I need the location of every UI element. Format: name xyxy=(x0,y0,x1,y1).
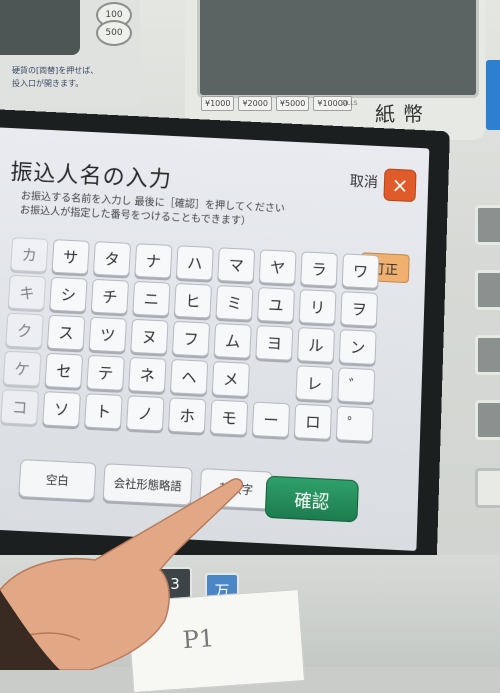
bill-chip: ¥5000 xyxy=(275,96,310,111)
kana-key[interactable]: ハ xyxy=(175,245,214,281)
kana-key[interactable]: ワ xyxy=(341,253,380,289)
kana-key[interactable]: レ xyxy=(295,365,334,402)
close-icon: × xyxy=(391,172,409,198)
kana-key[interactable]: ト xyxy=(84,393,123,430)
kana-key[interactable]: ゜ xyxy=(335,405,374,442)
coin-note-line1: 硬貨の[両替]を押せば、 xyxy=(12,66,99,75)
kana-key[interactable]: ケ xyxy=(2,350,42,387)
kana-key[interactable]: ル xyxy=(297,327,335,363)
bill-chip: ¥2000 xyxy=(238,96,272,111)
side-button[interactable] xyxy=(475,270,500,310)
kana-key[interactable]: マ xyxy=(217,247,256,283)
kana-key[interactable]: ホ xyxy=(167,397,207,434)
bill-chip: ¥1000 xyxy=(201,96,235,111)
bill-denominations: ¥1000 ¥2000 ¥5000 ¥10000 xyxy=(201,96,352,111)
bill-panel: ¥1000 ¥2000 ¥5000 ¥10000 BILLS 紙幣 xyxy=(185,0,485,140)
coin-note-line2: 投入口が開きます。 xyxy=(12,79,84,88)
kana-key[interactable]: カ xyxy=(10,237,49,273)
side-button[interactable] xyxy=(475,205,500,245)
coin-panel: 100 500 硬貨の[両替]を押せば、 投入口が開きます。 両替 xyxy=(0,0,140,105)
coin-500-button[interactable]: 500 xyxy=(96,20,132,46)
side-indicator xyxy=(486,60,500,130)
kana-key[interactable]: ナ xyxy=(134,243,173,279)
side-button[interactable] xyxy=(475,400,500,440)
kana-key[interactable]: コ xyxy=(0,389,40,426)
bills-label: BILLS xyxy=(341,100,358,107)
cancel-button[interactable]: × xyxy=(383,168,417,203)
kana-key[interactable]: ゛ xyxy=(337,367,376,404)
kana-key[interactable]: ク xyxy=(5,312,44,349)
bills-kanji-label: 紙幣 xyxy=(375,102,431,126)
kana-key[interactable]: ス xyxy=(46,314,86,351)
kana-key xyxy=(383,255,421,290)
kana-key[interactable]: メ xyxy=(211,361,251,398)
kana-key[interactable]: ー xyxy=(251,401,291,438)
coin-instructions: 硬貨の[両替]を押せば、 投入口が開きます。 両替 xyxy=(12,64,132,98)
kana-key xyxy=(379,369,417,405)
kana-key[interactable]: チ xyxy=(90,278,130,315)
kana-key[interactable]: ネ xyxy=(128,356,167,393)
kana-key[interactable]: ツ xyxy=(88,316,127,353)
kana-key[interactable]: フ xyxy=(171,320,211,357)
kana-key[interactable]: ロ xyxy=(293,403,333,440)
kana-key[interactable]: ヒ xyxy=(173,282,212,319)
kana-key xyxy=(378,408,416,444)
pointing-hand xyxy=(0,478,244,670)
confirm-button[interactable]: 確認 xyxy=(264,475,359,523)
kana-key[interactable]: キ xyxy=(7,274,47,311)
kana-key[interactable]: ヤ xyxy=(258,249,297,285)
kana-key[interactable]: テ xyxy=(86,354,125,391)
side-button[interactable] xyxy=(475,335,500,375)
kana-key xyxy=(381,331,419,367)
kana-key[interactable]: ラ xyxy=(300,251,338,287)
side-button[interactable] xyxy=(475,468,500,508)
kana-key[interactable]: シ xyxy=(49,276,88,313)
kana-key[interactable]: ヲ xyxy=(340,291,378,327)
kana-key[interactable]: タ xyxy=(92,241,132,277)
kana-key[interactable]: サ xyxy=(51,239,90,275)
kana-key[interactable]: モ xyxy=(209,399,249,436)
kana-key[interactable]: リ xyxy=(298,289,337,325)
kana-key[interactable]: ヘ xyxy=(169,358,209,396)
kana-key[interactable]: ニ xyxy=(132,280,171,317)
kana-key[interactable]: ヌ xyxy=(130,318,169,355)
kana-key xyxy=(254,363,292,399)
kana-key[interactable]: ン xyxy=(338,329,377,365)
kana-key[interactable]: ユ xyxy=(257,287,295,323)
atm-machine: 100 500 硬貨の[両替]を押せば、 投入口が開きます。 両替 ¥1000 … xyxy=(0,0,500,693)
kana-key[interactable]: ノ xyxy=(125,395,165,432)
kana-key[interactable]: セ xyxy=(44,352,84,389)
kana-keyboard: カサタナハマヤラワキシチニヒミユリヲクスツヌフムヨルンケセテネヘメ レ゛コソトノホ… xyxy=(0,237,420,444)
kana-key xyxy=(382,293,420,329)
kana-key[interactable]: ム xyxy=(213,322,252,359)
kana-key[interactable]: ソ xyxy=(42,391,81,428)
kana-key[interactable]: ヨ xyxy=(255,324,294,361)
coin-slot xyxy=(0,0,80,55)
kana-key[interactable]: ミ xyxy=(215,284,254,321)
cancel-label: 取消 xyxy=(349,173,379,192)
bill-slot xyxy=(197,0,479,98)
